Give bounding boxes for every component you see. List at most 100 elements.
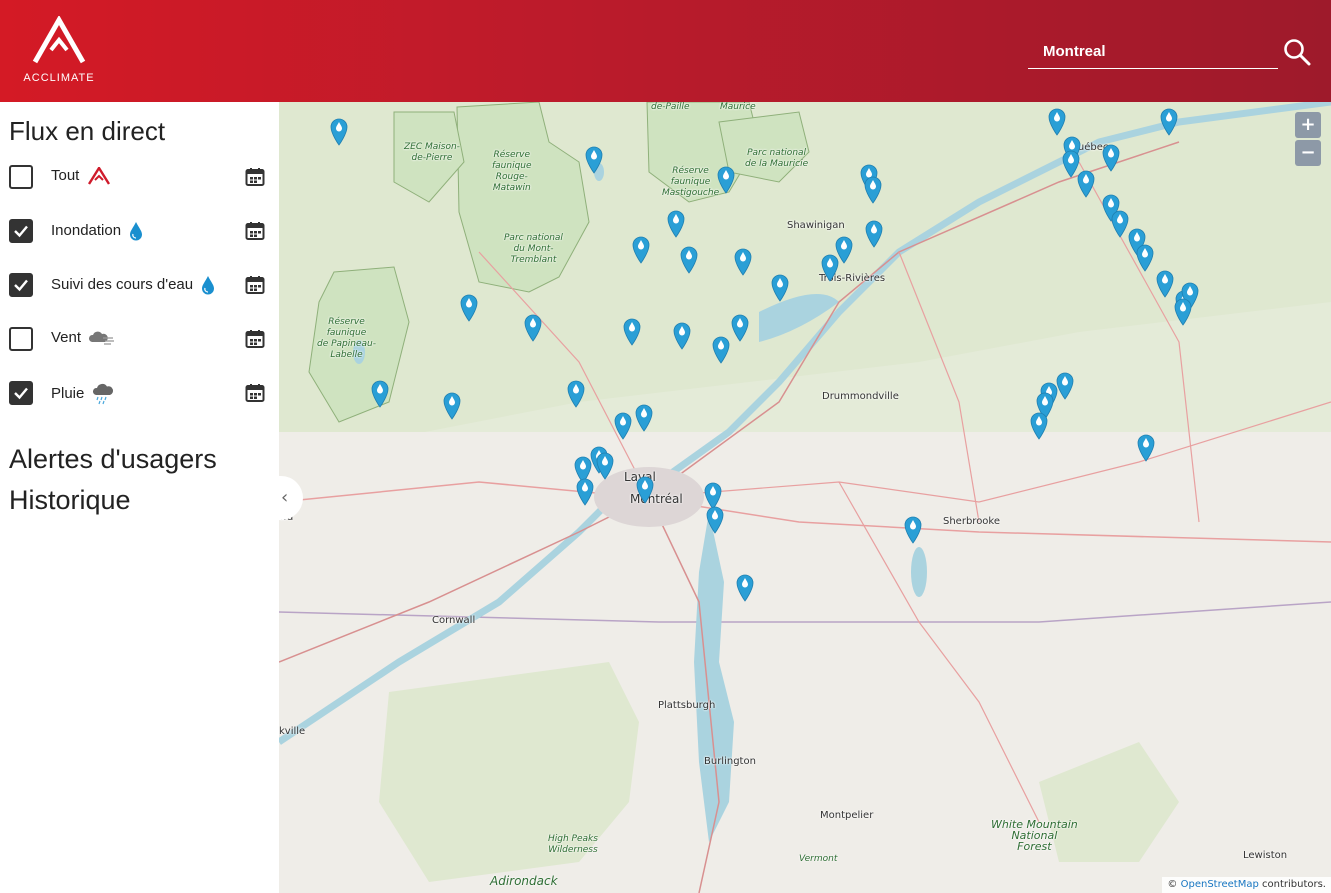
water-marker-pin[interactable] bbox=[1174, 298, 1192, 326]
map-pin-icon bbox=[330, 118, 348, 146]
water-marker-pin[interactable] bbox=[736, 574, 754, 602]
calendar-icon[interactable] bbox=[245, 221, 265, 241]
water-marker-pin[interactable] bbox=[667, 210, 685, 238]
water-marker-pin[interactable] bbox=[632, 236, 650, 264]
water-marker-pin[interactable] bbox=[576, 478, 594, 506]
map-view[interactable]: Québec Shawinigan Trois-Rivières Drummon… bbox=[279, 102, 1331, 893]
flux-label-tout: Tout bbox=[51, 167, 80, 184]
water-marker-pin[interactable] bbox=[731, 314, 749, 342]
map-pin-icon bbox=[821, 254, 839, 282]
checkmark-icon bbox=[14, 225, 28, 238]
calendar-icon[interactable] bbox=[245, 167, 265, 187]
water-marker-pin[interactable] bbox=[636, 476, 654, 504]
map-pin-icon bbox=[706, 506, 724, 534]
water-marker-pin[interactable] bbox=[771, 274, 789, 302]
flux-item-inondation[interactable]: Inondation bbox=[9, 219, 269, 245]
checkbox-inondation[interactable] bbox=[9, 219, 33, 243]
attribution-prefix: © bbox=[1167, 879, 1178, 890]
water-marker-pin[interactable] bbox=[717, 166, 735, 194]
water-marker-pin[interactable] bbox=[596, 452, 614, 480]
search-field[interactable] bbox=[1028, 36, 1278, 69]
map-pin-icon bbox=[1137, 434, 1155, 462]
search-button[interactable] bbox=[1283, 38, 1313, 68]
calendar-icon[interactable] bbox=[245, 275, 265, 295]
flux-item-vent[interactable]: Vent bbox=[9, 327, 269, 353]
place-mastigouche: Réserve faunique Mastigouche bbox=[662, 166, 720, 198]
water-marker-pin[interactable] bbox=[585, 146, 603, 174]
water-marker-pin[interactable] bbox=[1137, 434, 1155, 462]
water-marker-pin[interactable] bbox=[1048, 108, 1066, 136]
water-marker-pin[interactable] bbox=[1077, 170, 1095, 198]
water-marker-pin[interactable] bbox=[706, 506, 724, 534]
water-marker-pin[interactable] bbox=[1102, 144, 1120, 172]
water-marker-pin[interactable] bbox=[904, 516, 922, 544]
water-marker-pin[interactable] bbox=[614, 412, 632, 440]
flux-item-pluie[interactable]: Pluie bbox=[9, 381, 269, 407]
sidebar: Flux en direct Tout Inondation Suivi des… bbox=[0, 102, 279, 893]
search-input[interactable] bbox=[1028, 36, 1278, 66]
place-vermont: Vermont bbox=[799, 854, 838, 864]
openstreetmap-link[interactable]: OpenStreetMap bbox=[1181, 879, 1259, 890]
flux-item-suivi-cours-eau[interactable]: Suivi des cours d'eau bbox=[9, 273, 269, 299]
sidebar-title: Flux en direct bbox=[9, 116, 166, 146]
water-marker-pin[interactable] bbox=[567, 380, 585, 408]
water-drop-icon bbox=[202, 276, 215, 295]
water-marker-pin[interactable] bbox=[865, 220, 883, 248]
water-drop-icon bbox=[130, 222, 143, 241]
water-marker-pin[interactable] bbox=[635, 404, 653, 432]
checkbox-vent[interactable] bbox=[9, 327, 33, 351]
water-marker-pin[interactable] bbox=[734, 248, 752, 276]
map-pin-icon bbox=[1160, 108, 1178, 136]
water-marker-pin[interactable] bbox=[864, 176, 882, 204]
water-marker-pin[interactable] bbox=[330, 118, 348, 146]
place-white-mountain: White Mountain National Forest bbox=[991, 818, 1078, 853]
water-marker-pin[interactable] bbox=[712, 336, 730, 364]
water-marker-pin[interactable] bbox=[821, 254, 839, 282]
zoom-out-button[interactable]: − bbox=[1295, 140, 1321, 166]
link-alertes-usagers[interactable]: Alertes d'usagers bbox=[9, 444, 217, 475]
map-pin-icon bbox=[1030, 412, 1048, 440]
map-pin-icon bbox=[734, 248, 752, 276]
water-marker-pin[interactable] bbox=[1030, 412, 1048, 440]
acclimate-logo[interactable]: ACCLIMATE bbox=[18, 16, 100, 88]
map-pin-icon bbox=[771, 274, 789, 302]
checkbox-suivi-cours-eau[interactable] bbox=[9, 273, 33, 297]
water-marker-pin[interactable] bbox=[1156, 270, 1174, 298]
checkbox-pluie[interactable] bbox=[9, 381, 33, 405]
calendar-icon[interactable] bbox=[245, 329, 265, 349]
water-marker-pin[interactable] bbox=[524, 314, 542, 342]
rain-cloud-icon bbox=[92, 383, 113, 405]
map-attribution: © OpenStreetMap contributors. bbox=[1162, 877, 1331, 893]
water-marker-pin[interactable] bbox=[371, 380, 389, 408]
app-header: ACCLIMATE bbox=[0, 0, 1331, 102]
water-marker-pin[interactable] bbox=[1160, 108, 1178, 136]
map-pin-icon bbox=[1056, 372, 1074, 400]
map-pin-icon bbox=[680, 246, 698, 274]
map-pin-icon bbox=[1102, 144, 1120, 172]
attribution-suffix: contributors. bbox=[1262, 879, 1326, 890]
water-marker-pin[interactable] bbox=[1111, 210, 1129, 238]
map-pin-icon bbox=[717, 166, 735, 194]
checkbox-tout[interactable] bbox=[9, 165, 33, 189]
link-historique[interactable]: Historique bbox=[9, 485, 131, 516]
water-marker-pin[interactable] bbox=[443, 392, 461, 420]
map-pin-icon bbox=[596, 452, 614, 480]
map-pin-icon bbox=[1174, 298, 1192, 326]
water-marker-pin[interactable] bbox=[1056, 372, 1074, 400]
search-icon bbox=[1284, 39, 1311, 66]
zoom-in-button[interactable]: + bbox=[1295, 112, 1321, 138]
map-pin-icon bbox=[371, 380, 389, 408]
water-marker-pin[interactable] bbox=[460, 294, 478, 322]
water-marker-pin[interactable] bbox=[623, 318, 641, 346]
water-marker-pin[interactable] bbox=[1136, 244, 1154, 272]
calendar-icon[interactable] bbox=[245, 383, 265, 403]
flux-label-inondation: Inondation bbox=[51, 221, 122, 239]
acclimate-logo-icon bbox=[87, 167, 110, 185]
place-montpelier: Montpelier bbox=[820, 810, 874, 821]
map-pin-icon bbox=[567, 380, 585, 408]
water-marker-pin[interactable] bbox=[680, 246, 698, 274]
water-marker-pin[interactable] bbox=[673, 322, 691, 350]
checkmark-icon bbox=[14, 279, 28, 292]
map-pin-icon bbox=[636, 476, 654, 504]
flux-item-tout[interactable]: Tout bbox=[9, 165, 269, 191]
